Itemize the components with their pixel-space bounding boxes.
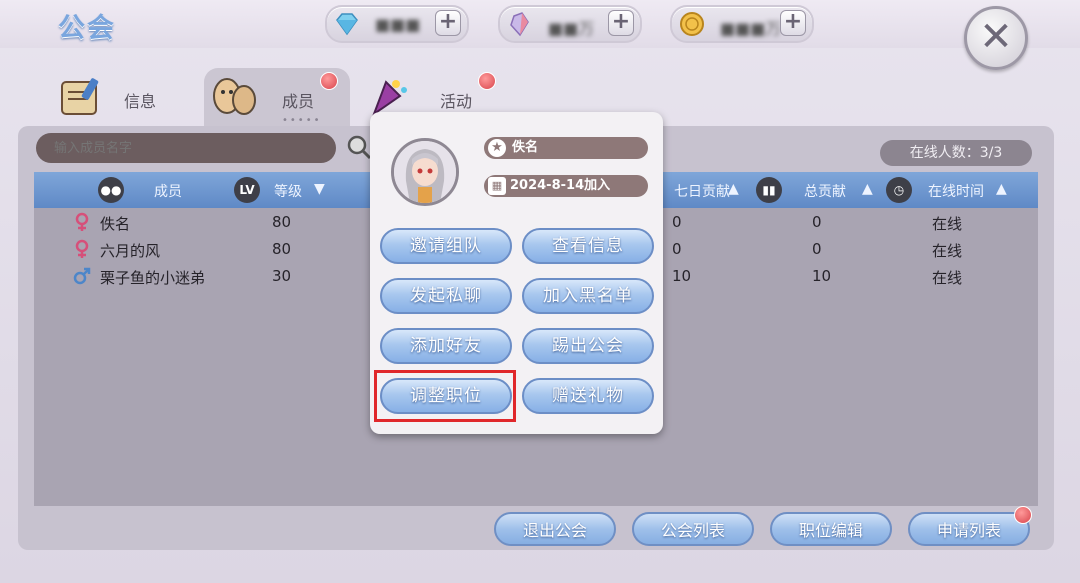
- leave-guild-button[interactable]: 退出公会: [494, 512, 616, 546]
- tab-indicator-dots: •••••: [282, 115, 322, 126]
- gold-currency: ■■■万 +: [670, 5, 814, 43]
- member-seven-day: 0: [672, 240, 682, 258]
- tab-info[interactable]: 信息: [56, 70, 176, 126]
- header-seven-day[interactable]: 七日贡献: [674, 181, 730, 201]
- kick-member-button[interactable]: 踢出公会: [522, 328, 654, 364]
- calendar-icon: ▦: [488, 177, 506, 195]
- header-total[interactable]: 总贡献: [804, 181, 846, 201]
- tab-activity-label: 活动: [440, 92, 473, 111]
- gold-coin-icon: [680, 12, 704, 36]
- lv-badge-icon: LV: [234, 177, 260, 203]
- members-icon: [213, 78, 256, 115]
- chart-icon: ▮▮: [756, 177, 782, 203]
- member-name: 佚名: [100, 215, 131, 233]
- member-header-icon: ●●: [98, 177, 124, 203]
- send-gift-button[interactable]: 赠送礼物: [522, 378, 654, 414]
- popup-member-name: 佚名: [512, 140, 539, 155]
- diamond-currency: ■■■ +: [325, 5, 469, 43]
- scroll-icon: [61, 78, 99, 115]
- sort-asc-icon[interactable]: ▲: [996, 181, 1007, 197]
- member-search-input[interactable]: [36, 133, 336, 163]
- member-seven-day: 0: [672, 213, 682, 231]
- diamond-amount: ■■■: [375, 15, 421, 34]
- female-icon: [75, 212, 89, 231]
- male-icon: [73, 267, 91, 285]
- close-button[interactable]: ✕: [964, 6, 1028, 70]
- diamond-icon: [336, 13, 358, 36]
- add-diamond-button[interactable]: +: [435, 10, 461, 36]
- add-crystal-button[interactable]: +: [608, 10, 634, 36]
- member-total: 0: [812, 240, 822, 258]
- header-member[interactable]: 成员: [154, 181, 182, 201]
- members-notification-badge: [320, 72, 338, 90]
- join-date-bar: ▦ 2024-8-14加入: [484, 175, 648, 197]
- gold-amount: ■■■万: [720, 19, 782, 38]
- view-info-button[interactable]: 查看信息: [522, 228, 654, 264]
- sort-asc-icon[interactable]: ▲: [728, 181, 739, 197]
- star-icon: ★: [488, 139, 506, 157]
- member-online: 在线: [932, 269, 963, 287]
- online-count: 在线人数：3/3: [880, 140, 1032, 166]
- activity-notification-badge: [478, 72, 496, 90]
- sort-desc-icon[interactable]: ▼: [314, 181, 325, 197]
- search-icon[interactable]: [346, 134, 372, 160]
- character-portrait-icon: [394, 141, 456, 203]
- female-icon: [75, 239, 89, 258]
- page-title: 公会: [58, 13, 116, 44]
- crystal-currency: ■■万 +: [498, 5, 642, 43]
- member-total: 10: [812, 267, 832, 285]
- member-level: 80: [272, 240, 292, 258]
- apply-notification-badge: [1014, 506, 1032, 524]
- highlight-box: [374, 370, 516, 422]
- close-icon: ✕: [979, 14, 1013, 60]
- avatar[interactable]: [391, 138, 459, 206]
- add-friend-button[interactable]: 添加好友: [380, 328, 512, 364]
- tab-members-label: 成员: [282, 92, 315, 111]
- guild-list-button[interactable]: 公会列表: [632, 512, 754, 546]
- member-online: 在线: [932, 242, 963, 260]
- crystal-icon: [510, 12, 529, 37]
- member-name: 六月的风: [100, 242, 161, 260]
- member-name-bar: ★ 佚名: [484, 137, 648, 159]
- crystal-amount: ■■万: [548, 19, 595, 38]
- add-gold-button[interactable]: +: [780, 10, 806, 36]
- sort-asc-icon[interactable]: ▲: [862, 181, 873, 197]
- header-level[interactable]: 等级: [274, 181, 302, 201]
- role-edit-button[interactable]: 职位编辑: [770, 512, 892, 546]
- popup-join-date: 2024-8-14加入: [510, 178, 611, 193]
- invite-team-button[interactable]: 邀请组队: [380, 228, 512, 264]
- member-online: 在线: [932, 215, 963, 233]
- header-online-time[interactable]: 在线时间: [928, 181, 984, 201]
- member-level: 80: [272, 213, 292, 231]
- member-name: 栗子鱼的小迷弟: [100, 269, 206, 287]
- tab-info-label: 信息: [124, 92, 157, 111]
- member-level: 30: [272, 267, 292, 285]
- apply-list-button[interactable]: 申请列表: [908, 512, 1030, 546]
- add-blacklist-button[interactable]: 加入黑名单: [522, 278, 654, 314]
- clock-icon: ◷: [886, 177, 912, 203]
- member-total: 0: [812, 213, 822, 231]
- member-seven-day: 10: [672, 267, 692, 285]
- private-chat-button[interactable]: 发起私聊: [380, 278, 512, 314]
